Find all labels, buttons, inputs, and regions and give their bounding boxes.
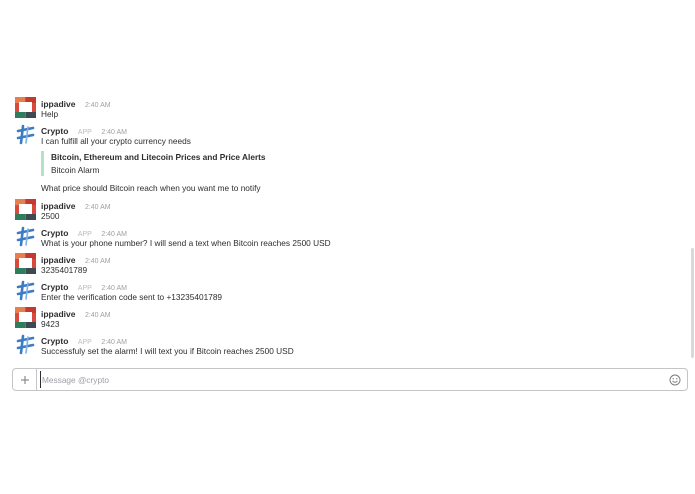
bot-avatar[interactable]	[15, 334, 36, 355]
timestamp[interactable]: 2:40 AM	[85, 204, 111, 211]
user-avatar-icon	[15, 307, 36, 328]
attachment-subtitle: Bitcoin Alarm	[51, 165, 100, 175]
attachment-title: Bitcoin, Ethereum and Litecoin Prices an…	[51, 152, 266, 162]
message-text: What is your phone number? I will send a…	[41, 238, 331, 248]
timestamp[interactable]: 2:40 AM	[85, 102, 111, 109]
message-text: 3235401789	[41, 265, 88, 275]
message-text: Enter the verification code sent to +132…	[41, 292, 223, 302]
message-text: 2500	[41, 211, 60, 221]
message-text: I can fulfill all your crypto currency n…	[41, 136, 191, 146]
bot-avatar[interactable]	[15, 226, 36, 247]
message-composer	[12, 368, 688, 391]
message-text: 9423	[41, 319, 60, 329]
timestamp[interactable]: 2:40 AM	[85, 258, 111, 265]
plus-icon	[20, 375, 29, 384]
bot-avatar[interactable]	[15, 280, 36, 301]
message-followup-text: What price should Bitcoin reach when you…	[41, 183, 261, 193]
user-avatar[interactable]	[15, 307, 36, 328]
user-avatar[interactable]	[15, 97, 36, 118]
user-avatar-icon	[15, 253, 36, 274]
chat-window: ippadive 2:40 AM Help Crypto APP 2:40 AM	[0, 0, 695, 494]
bot-avatar[interactable]	[15, 124, 36, 145]
timestamp[interactable]: 2:40 AM	[85, 312, 111, 319]
user-avatar-icon	[15, 199, 36, 220]
message-input[interactable]	[40, 371, 662, 388]
bot-avatar-icon	[16, 124, 35, 145]
scrollbar-thumb[interactable]	[691, 248, 694, 358]
message-text: Help	[41, 109, 59, 119]
message-attachment: Bitcoin, Ethereum and Litecoin Prices an…	[41, 151, 351, 176]
attach-button[interactable]	[13, 369, 37, 390]
bot-avatar-icon	[16, 226, 35, 247]
user-avatar[interactable]	[15, 253, 36, 274]
message-text: Successfuly set the alarm! I will text y…	[41, 346, 294, 356]
bot-avatar-icon	[16, 280, 35, 301]
user-avatar-icon	[15, 97, 36, 118]
smiley-icon	[669, 374, 681, 386]
user-avatar[interactable]	[15, 199, 36, 220]
emoji-button[interactable]	[669, 373, 681, 386]
bot-avatar-icon	[16, 334, 35, 355]
